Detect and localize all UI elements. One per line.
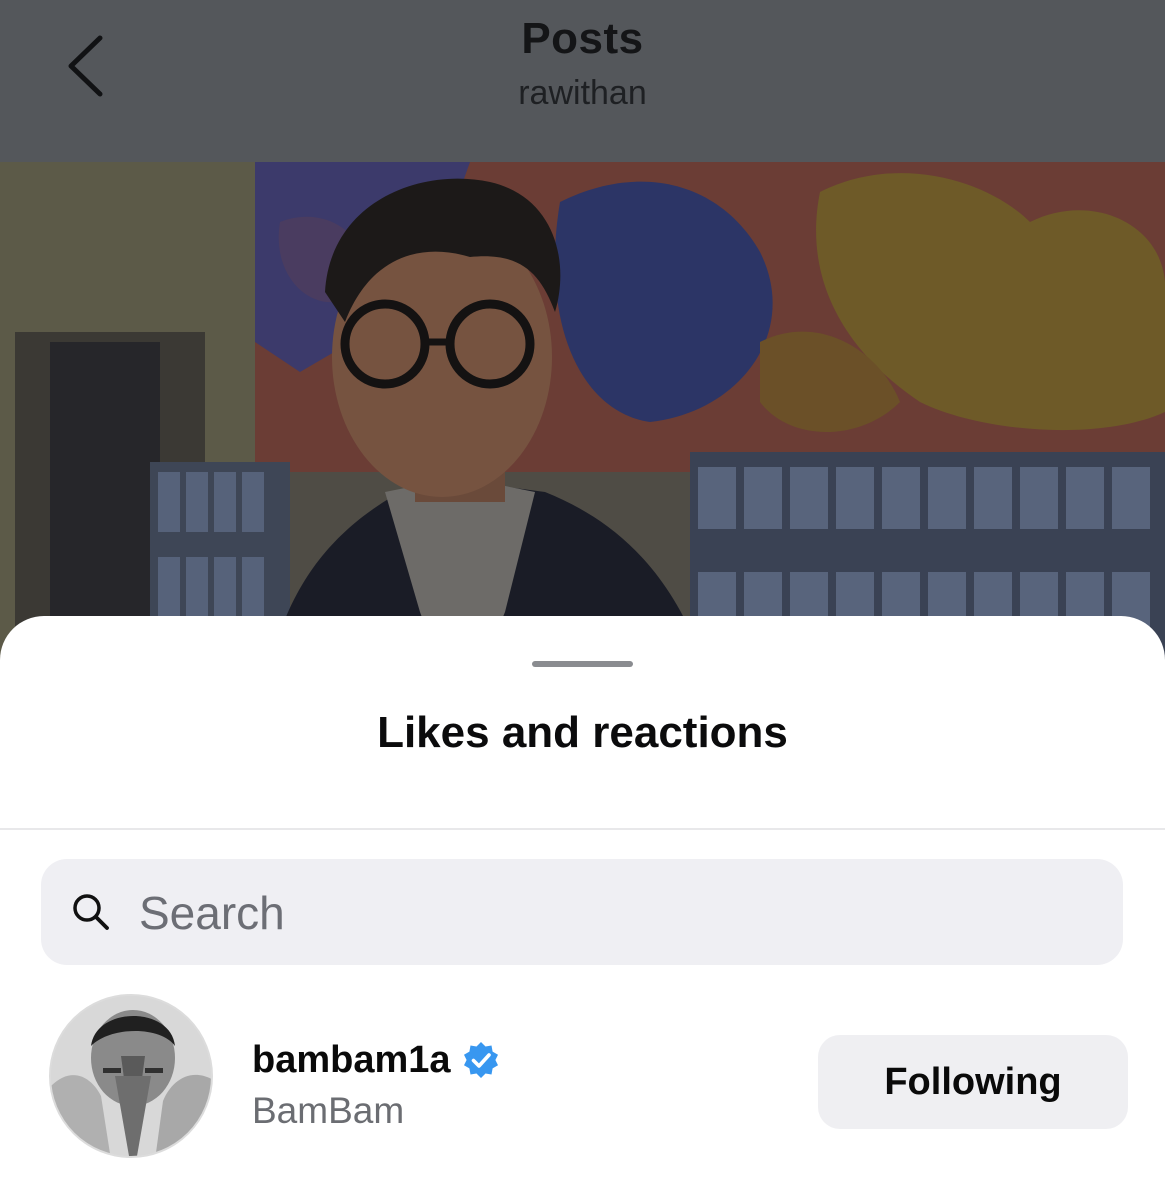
divider	[0, 828, 1165, 830]
sheet-title: Likes and reactions	[377, 708, 788, 757]
username[interactable]: bambam1a	[252, 1039, 451, 1082]
following-button[interactable]: Following	[818, 1035, 1128, 1129]
verified-badge-icon	[463, 1042, 498, 1078]
search-input[interactable]	[137, 859, 1101, 967]
search-icon	[73, 894, 109, 930]
search-bar[interactable]	[41, 859, 1123, 967]
full-name: BamBam	[252, 1090, 405, 1131]
top-nav-bar: Posts rawithan	[0, 0, 1165, 162]
list-item[interactable]: bambam1a BamBam Following	[0, 994, 1165, 1174]
likes-bottom-sheet: Likes and reactions bambam1a	[0, 616, 1165, 1200]
page-title: Posts	[521, 14, 644, 63]
page-subtitle-username[interactable]: rawithan	[0, 74, 1165, 113]
avatar[interactable]	[49, 994, 213, 1158]
sheet-grabber-handle[interactable]	[532, 661, 633, 667]
